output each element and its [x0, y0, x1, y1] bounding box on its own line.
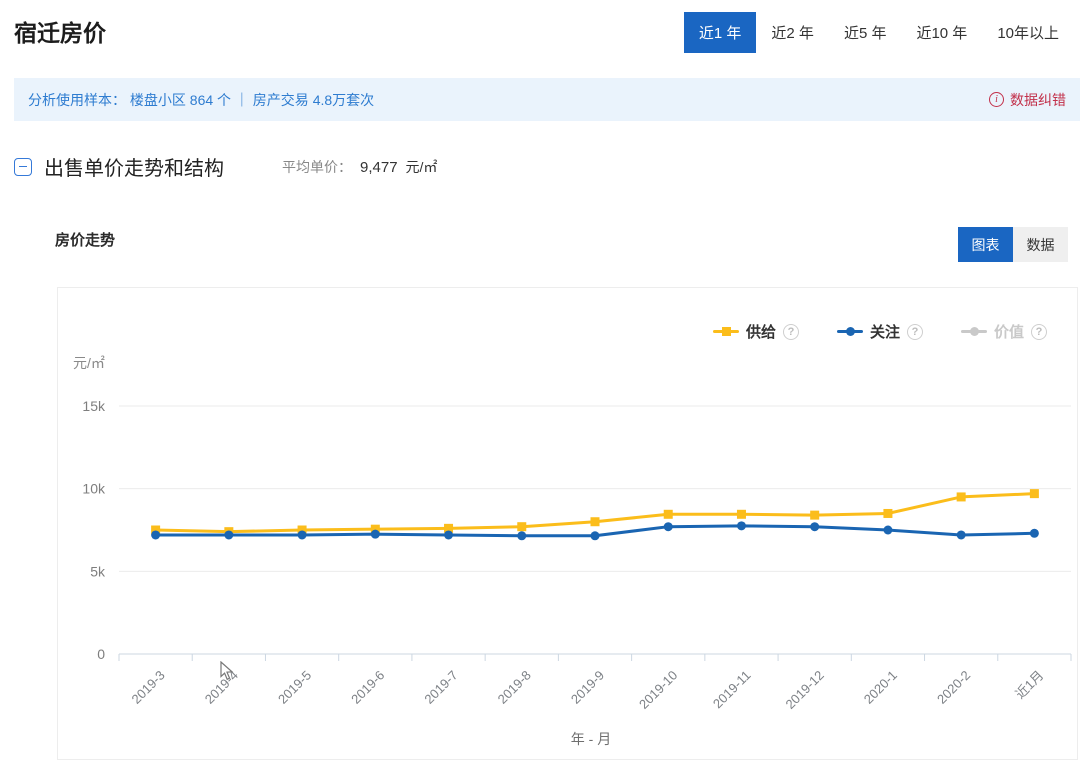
x-tick-label: 2020-2 — [934, 668, 973, 707]
data-point-marker — [810, 522, 819, 531]
data-point-marker — [444, 530, 453, 539]
page: 宿迁房价 近1 年近2 年近5 年近10 年10年以上 分析使用样本： 楼盘小区… — [0, 0, 1080, 761]
view-chart-button[interactable]: 图表 — [958, 227, 1013, 262]
view-switch: 图表数据 — [958, 227, 1068, 262]
tab-10y[interactable]: 近10 年 — [901, 12, 982, 53]
data-point-marker — [1030, 529, 1039, 538]
collapse-minus-icon[interactable] — [14, 158, 32, 176]
data-point-marker — [298, 530, 307, 539]
x-tick-label: 2019-5 — [275, 668, 314, 707]
data-point-marker — [224, 530, 233, 539]
data-point-marker — [591, 531, 600, 540]
x-tick-label: 2020-1 — [861, 668, 900, 707]
data-point-marker — [737, 510, 746, 519]
data-point-marker — [957, 530, 966, 539]
sample-info-bar: 分析使用样本： 楼盘小区 864 个 ｜ 房产交易 4.8万套次 i 数据纠错 — [14, 78, 1080, 121]
data-correction-link[interactable]: i 数据纠错 — [989, 90, 1066, 110]
y-tick-label: 5k — [90, 563, 106, 579]
tab-1y[interactable]: 近1 年 — [684, 12, 757, 53]
data-point-marker — [371, 530, 380, 539]
sample-summary-text: 分析使用样本： 楼盘小区 864 个 ｜ 房产交易 4.8万套次 — [28, 90, 374, 110]
data-point-marker — [517, 531, 526, 540]
tab-10y-plus[interactable]: 10年以上 — [982, 12, 1074, 53]
page-title: 宿迁房价 — [14, 14, 106, 48]
average-price-value: 9,477 — [360, 159, 398, 176]
data-point-marker — [591, 517, 600, 526]
x-tick-label: 2019-12 — [782, 668, 826, 712]
y-tick-label: 0 — [97, 646, 105, 662]
section-title: 出售单价走势和结构 — [44, 152, 224, 181]
x-tick-label: 2019-4 — [202, 668, 241, 707]
data-point-marker — [737, 521, 746, 530]
tab-5y[interactable]: 近5 年 — [829, 12, 902, 53]
data-point-marker — [883, 526, 892, 535]
chart-card: 供给?关注?价值? 元/㎡ 05k10k15k2019-32019-42019-… — [57, 287, 1078, 760]
y-tick-label: 15k — [82, 398, 106, 414]
data-point-marker — [151, 530, 160, 539]
data-point-marker — [664, 522, 673, 531]
section-header: 出售单价走势和结构 平均单价： 9,477 元/㎡ — [14, 152, 437, 181]
x-tick-label: 近1月 — [1012, 668, 1046, 702]
x-tick-label: 2019-3 — [129, 668, 168, 707]
x-tick-label: 2019-9 — [568, 668, 607, 707]
average-price-unit: 元/㎡ — [406, 157, 438, 177]
x-axis-name: 年 - 月 — [526, 729, 656, 749]
tab-2y[interactable]: 近2 年 — [756, 12, 829, 53]
x-tick-label: 2019-8 — [495, 668, 534, 707]
chart-canvas[interactable]: 0 5k 10k 15k 2019-3 2019-4 2019-5 2019-6 2019-7 2… — [58, 288, 1079, 761]
data-point-marker — [957, 492, 966, 501]
data-point-marker — [810, 511, 819, 520]
average-price-group: 平均单价： 9,477 元/㎡ — [282, 157, 437, 177]
view-data-button[interactable]: 数据 — [1013, 227, 1068, 262]
x-tick-label: 2019-6 — [348, 668, 387, 707]
x-tick-label: 2019-10 — [636, 668, 680, 712]
data-point-marker — [1030, 489, 1039, 498]
x-tick-label: 2019-11 — [710, 668, 754, 712]
average-price-label: 平均单价： — [282, 157, 352, 177]
data-point-marker — [664, 510, 673, 519]
data-correction-label: 数据纠错 — [1010, 90, 1066, 110]
info-circle-icon: i — [989, 92, 1004, 107]
y-tick-label: 10k — [82, 481, 106, 497]
data-point-marker — [517, 522, 526, 531]
chart-section-title: 房价走势 — [55, 229, 115, 250]
x-tick-label: 2019-7 — [421, 668, 460, 707]
data-point-marker — [883, 509, 892, 518]
time-range-tabs: 近1 年近2 年近5 年近10 年10年以上 — [684, 12, 1074, 53]
